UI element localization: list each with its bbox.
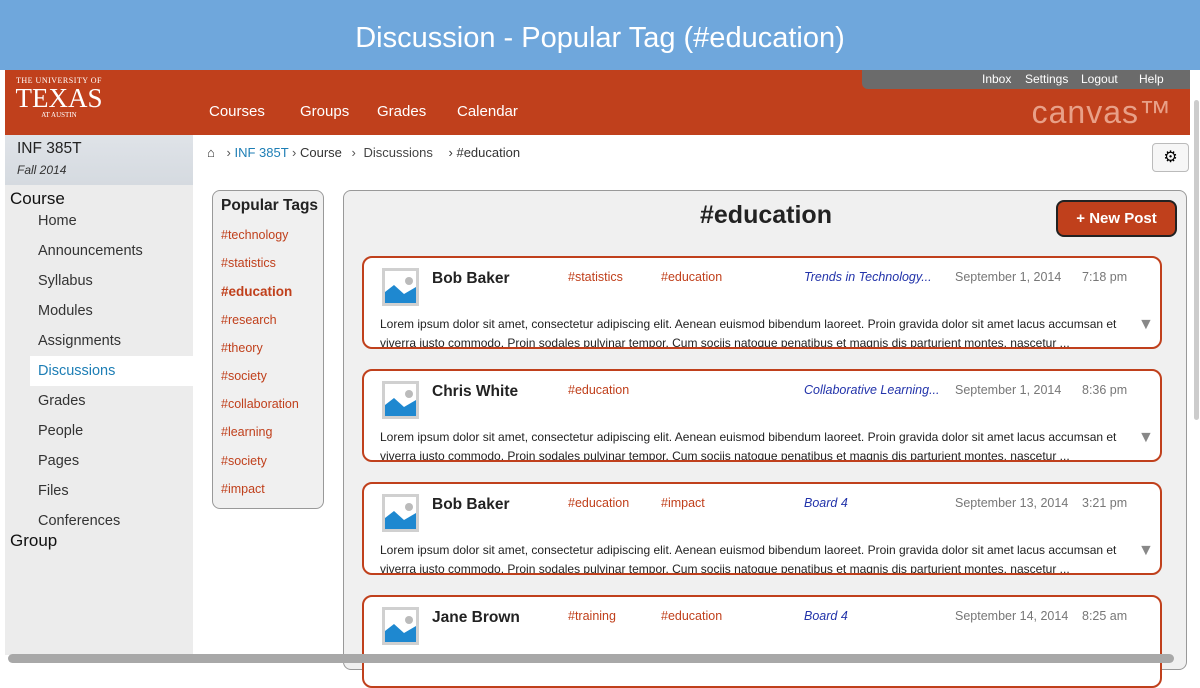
expand-triangle-icon[interactable]: ▼: [1138, 316, 1154, 334]
post-date: September 14, 2014: [955, 609, 1069, 623]
post-card[interactable]: Chris White #education Collaborative Lea…: [362, 369, 1162, 462]
sidebar-item-pages[interactable]: Pages: [5, 446, 193, 476]
logo-main: TEXAS: [15, 83, 103, 113]
tag-link[interactable]: #impact: [221, 482, 265, 496]
post-time: 3:21 pm: [1082, 496, 1128, 510]
breadcrumb-current: #education: [456, 145, 521, 160]
post-card[interactable]: Bob Baker #statistics #education Trends …: [362, 256, 1162, 349]
settings-link[interactable]: Settings: [1025, 72, 1068, 86]
post-tag[interactable]: #education: [568, 383, 629, 397]
tag-link[interactable]: #collaboration: [221, 397, 299, 411]
popular-tags-title: Popular Tags: [221, 197, 319, 214]
course-code[interactable]: INF 385T: [17, 140, 82, 158]
tag-link[interactable]: #statistics: [221, 256, 276, 270]
tag-link[interactable]: #theory: [221, 341, 263, 355]
post-tag[interactable]: #training: [568, 609, 616, 623]
sidebar-item-discussions[interactable]: Discussions: [30, 356, 193, 386]
post-time: 7:18 pm: [1082, 270, 1128, 284]
avatar-image-icon: [382, 607, 419, 645]
course-term: Fall 2014: [17, 163, 67, 177]
nav-groups[interactable]: Groups: [300, 103, 349, 120]
course-header: INF 385T Fall 2014: [5, 135, 193, 185]
expand-triangle-icon[interactable]: ▼: [1138, 429, 1154, 447]
post-board[interactable]: Board 4: [804, 609, 848, 623]
post-card[interactable]: Jane Brown #training #education Board 4 …: [362, 595, 1162, 688]
avatar-image-icon: [382, 381, 419, 419]
post-time: 8:36 pm: [1082, 383, 1128, 397]
breadcrumb-course-code[interactable]: INF 385T: [234, 145, 288, 160]
slide-title: Discussion - Popular Tag (#education): [0, 0, 1200, 70]
horizontal-scrollbar[interactable]: [8, 654, 1174, 663]
tag-link[interactable]: #society: [221, 454, 267, 468]
expand-triangle-icon[interactable]: ▼: [1138, 542, 1154, 560]
tag-link[interactable]: #technology: [221, 228, 288, 242]
sidebar-item-people[interactable]: People: [5, 416, 193, 446]
post-excerpt: Lorem ipsum dolor sit amet, consectetur …: [380, 430, 1117, 462]
post-card[interactable]: Bob Baker #education #impact Board 4 Sep…: [362, 482, 1162, 575]
sidebar-item-modules[interactable]: Modules: [5, 296, 193, 326]
tag-link[interactable]: #research: [221, 313, 277, 327]
nav-grades[interactable]: Grades: [377, 103, 426, 120]
post-board[interactable]: Board 4: [804, 496, 848, 510]
avatar-image-icon: [382, 494, 419, 532]
course-sidebar: INF 385T Fall 2014 Course Home Announcem…: [5, 135, 193, 655]
post-author[interactable]: Bob Baker: [432, 496, 510, 514]
nav-calendar[interactable]: Calendar: [457, 103, 518, 120]
post-tag[interactable]: #education: [661, 609, 722, 623]
post-board[interactable]: Collaborative Learning...: [804, 383, 940, 397]
post-date: September 13, 2014: [955, 496, 1069, 510]
discussion-panel: #education + New Post Bob Baker #statist…: [343, 190, 1187, 688]
post-author[interactable]: Bob Baker: [432, 270, 510, 288]
vertical-scrollbar[interactable]: [1194, 100, 1199, 420]
post-excerpt: Lorem ipsum dolor sit amet, consectetur …: [380, 317, 1117, 349]
post-tag[interactable]: #education: [568, 496, 629, 510]
sidebar-item-files[interactable]: Files: [5, 476, 193, 506]
post-author[interactable]: Jane Brown: [432, 609, 520, 627]
breadcrumb: ⌂ › INF 385T › Course › Discussions › #e…: [207, 145, 521, 160]
sidebar-item-syllabus[interactable]: Syllabus: [5, 266, 193, 296]
help-link[interactable]: Help: [1139, 72, 1164, 86]
canvas-logo: canvas™: [1031, 94, 1172, 130]
avatar-image-icon: [382, 268, 419, 306]
popular-tags-panel: Popular Tags #technology #statistics #educ…: [212, 190, 324, 509]
gear-icon[interactable]: ⚙: [1152, 143, 1189, 172]
nav-courses[interactable]: Courses: [209, 103, 265, 120]
post-date: September 1, 2014: [955, 270, 1062, 284]
post-excerpt: Lorem ipsum dolor sit amet, consectetur …: [380, 543, 1117, 575]
tag-link[interactable]: #learning: [221, 425, 272, 439]
new-post-button[interactable]: + New Post: [1056, 200, 1177, 237]
post-author[interactable]: Chris White: [432, 383, 518, 401]
sidebar-item-grades[interactable]: Grades: [5, 386, 193, 416]
post-time: 8:25 am: [1082, 609, 1128, 623]
post-date: September 1, 2014: [955, 383, 1062, 397]
sidebar-item-assignments[interactable]: Assignments: [5, 326, 193, 356]
sidebar-item-home[interactable]: Home: [5, 206, 193, 236]
home-icon[interactable]: ⌂: [207, 145, 215, 160]
post-tag[interactable]: #impact: [661, 496, 705, 510]
tag-link[interactable]: #society: [221, 369, 267, 383]
section-group[interactable]: Group: [10, 531, 57, 551]
post-board[interactable]: Trends in Technology...: [804, 270, 932, 284]
inbox-link[interactable]: Inbox: [982, 72, 1011, 86]
breadcrumb-course[interactable]: Course: [300, 145, 342, 160]
ut-austin-logo[interactable]: THE UNIVERSITY OF TEXAS AT AUSTIN: [13, 76, 105, 119]
logout-link[interactable]: Logout: [1081, 72, 1118, 86]
breadcrumb-discussions[interactable]: Discussions: [364, 145, 433, 160]
tag-link[interactable]: #education: [221, 284, 292, 299]
global-header: THE UNIVERSITY OF TEXAS AT AUSTIN Course…: [5, 70, 1190, 135]
sidebar-item-announcements[interactable]: Announcements: [5, 236, 193, 266]
post-tag[interactable]: #education: [661, 270, 722, 284]
post-tag[interactable]: #statistics: [568, 270, 623, 284]
user-links: Inbox Settings Logout Help: [862, 70, 1190, 89]
